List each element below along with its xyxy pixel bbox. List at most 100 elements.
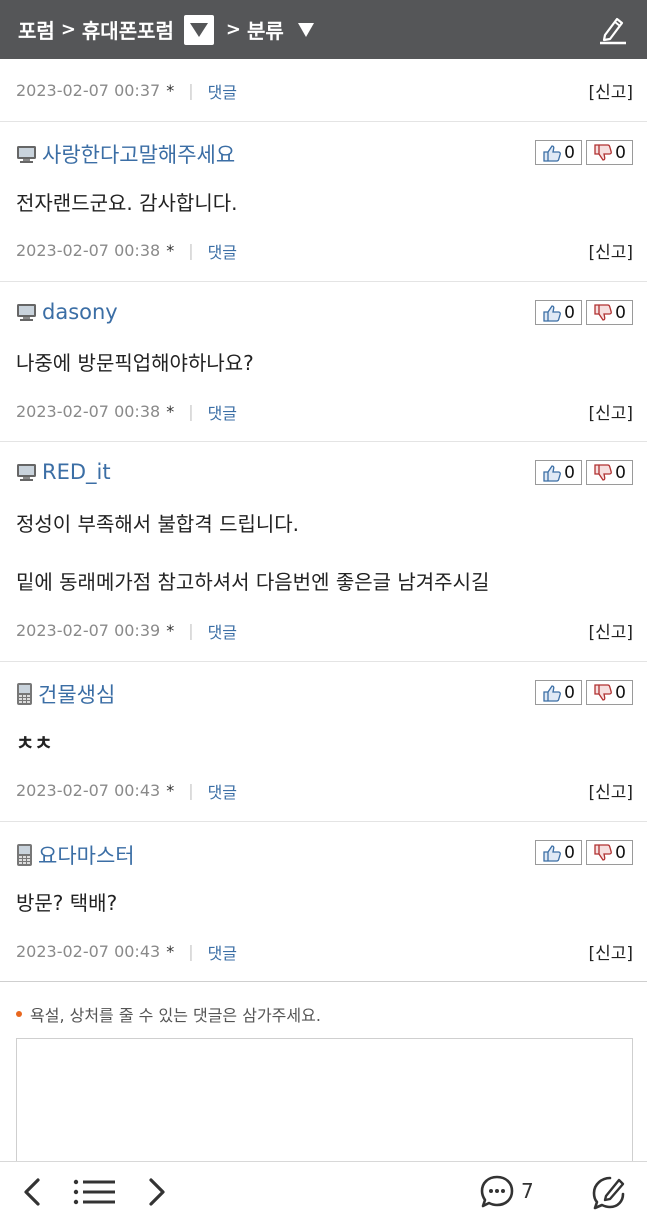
like-count: 0: [564, 302, 575, 323]
breadcrumb-separator: >: [225, 19, 241, 40]
comment-count: 7: [521, 1179, 534, 1203]
list-icon[interactable]: [72, 1174, 118, 1210]
comment-star: *: [166, 81, 175, 100]
author-name[interactable]: 사랑한다고말해주세요: [42, 139, 235, 169]
report-link[interactable]: [신고]: [588, 778, 633, 803]
section-divider: [0, 981, 647, 982]
like-button[interactable]: 0: [535, 300, 582, 325]
vote-buttons: 0 0: [535, 300, 633, 325]
category-dropdown[interactable]: 분류: [247, 15, 315, 44]
report-link[interactable]: [신고]: [588, 939, 633, 964]
comment-text: 방문? 택배?: [16, 891, 118, 915]
dislike-button[interactable]: 0: [586, 460, 633, 485]
comment-meta: 2023-02-07 00:43 * | 댓글 [신고]: [16, 939, 633, 964]
bottom-toolbar: 7: [0, 1161, 647, 1224]
breadcrumb-forum[interactable]: 포럼: [18, 15, 55, 44]
report-link[interactable]: [신고]: [588, 78, 633, 103]
vote-buttons: 0 0: [535, 140, 633, 165]
like-button[interactable]: 0: [535, 680, 582, 705]
comment-meta: 2023-02-07 00:43 * | 댓글 [신고]: [16, 778, 633, 803]
next-icon[interactable]: [143, 1174, 171, 1210]
comment-time: 2023-02-07 00:37: [16, 81, 161, 100]
thumbs-down-icon: [594, 303, 612, 321]
like-count: 0: [564, 842, 575, 863]
author-name[interactable]: 건물생심: [38, 679, 115, 709]
reply-link[interactable]: 댓글: [208, 79, 237, 103]
like-count: 0: [564, 682, 575, 703]
comment-divider: [0, 281, 647, 282]
comment-divider: [0, 821, 647, 822]
thumbs-up-icon: [543, 144, 561, 162]
thumbs-up-icon: [543, 844, 561, 862]
like-button[interactable]: 0: [535, 140, 582, 165]
dislike-button[interactable]: 0: [586, 300, 633, 325]
comment-star: *: [166, 241, 175, 260]
author-name[interactable]: 요다마스터: [38, 840, 135, 870]
pencil-write-icon[interactable]: [597, 13, 629, 45]
comment-textarea[interactable]: [16, 1038, 633, 1168]
like-button[interactable]: 0: [535, 840, 582, 865]
comment-time: 2023-02-07 00:38: [16, 241, 161, 260]
dislike-button[interactable]: 0: [586, 840, 633, 865]
comment-time: 2023-02-07 00:38: [16, 402, 161, 421]
reply-link[interactable]: 댓글: [208, 239, 237, 263]
thumbs-down-icon: [594, 683, 612, 701]
comment-meta: 2023-02-07 00:39 * | 댓글 [신고]: [16, 618, 633, 643]
breadcrumb: 포럼 > 휴대폰포럼 > 분류: [0, 14, 315, 45]
comment-star: *: [166, 781, 175, 800]
triangle-down-icon: [297, 23, 314, 37]
comment-divider: [0, 441, 647, 442]
comment-divider: [0, 661, 647, 662]
author-name[interactable]: dasony: [42, 300, 118, 324]
reply-link[interactable]: 댓글: [208, 940, 237, 964]
comment-time: 2023-02-07 00:43: [16, 942, 161, 961]
meta-divider: |: [188, 81, 194, 100]
board-dropdown-button[interactable]: [183, 14, 214, 45]
notice-text: 욕설, 상처를 줄 수 있는 댓글은 삼가주세요.: [30, 1006, 321, 1025]
comment-bubble-icon[interactable]: [478, 1173, 516, 1211]
dislike-button[interactable]: 0: [586, 680, 633, 705]
thumbs-down-icon: [594, 843, 612, 861]
comment-text: 정성이 부족해서 불합격 드립니다.: [16, 512, 300, 536]
breadcrumb-phone-forum[interactable]: 휴대폰포럼: [82, 15, 174, 44]
dislike-count: 0: [615, 682, 626, 703]
meta-divider: |: [188, 402, 194, 421]
comment-author: dasony: [16, 300, 118, 324]
meta-divider: |: [188, 942, 194, 961]
vote-buttons: 0 0: [535, 680, 633, 705]
author-name[interactable]: RED_it: [42, 460, 111, 484]
reply-link[interactable]: 댓글: [208, 779, 237, 803]
comment-meta: 2023-02-07 00:38 * | 댓글 [신고]: [16, 399, 633, 424]
dislike-count: 0: [615, 462, 626, 483]
comment-star: *: [166, 621, 175, 640]
breadcrumb-separator: >: [60, 19, 76, 40]
like-button[interactable]: 0: [535, 460, 582, 485]
triangle-down-icon: [189, 22, 208, 37]
reply-link[interactable]: 댓글: [208, 400, 237, 424]
reply-link[interactable]: 댓글: [208, 619, 237, 643]
comment-meta: 2023-02-07 00:38 * | 댓글 [신고]: [16, 238, 633, 263]
comment-time: 2023-02-07 00:39: [16, 621, 161, 640]
dislike-count: 0: [615, 302, 626, 323]
thumbs-up-icon: [543, 304, 561, 322]
comment-text: ㅊㅊ: [16, 731, 53, 755]
comment-notice: 욕설, 상처를 줄 수 있는 댓글은 삼가주세요.: [16, 1002, 321, 1026]
pc-icon: [17, 464, 36, 481]
write-comment-icon[interactable]: [588, 1172, 628, 1212]
dislike-count: 0: [615, 142, 626, 163]
vote-buttons: 0 0: [535, 840, 633, 865]
thumbs-down-icon: [594, 463, 612, 481]
thumbs-down-icon: [594, 143, 612, 161]
like-count: 0: [564, 142, 575, 163]
report-link[interactable]: [신고]: [588, 399, 633, 424]
dislike-button[interactable]: 0: [586, 140, 633, 165]
dislike-count: 0: [615, 842, 626, 863]
comment-author: 요다마스터: [16, 840, 135, 870]
comment-star: *: [166, 942, 175, 961]
report-link[interactable]: [신고]: [588, 618, 633, 643]
prev-icon[interactable]: [18, 1174, 46, 1210]
comment-meta: 2023-02-07 00:37 * | 댓글 [신고]: [16, 78, 633, 103]
report-link[interactable]: [신고]: [588, 238, 633, 263]
pc-icon: [17, 304, 36, 321]
comment-author: 사랑한다고말해주세요: [16, 139, 235, 169]
